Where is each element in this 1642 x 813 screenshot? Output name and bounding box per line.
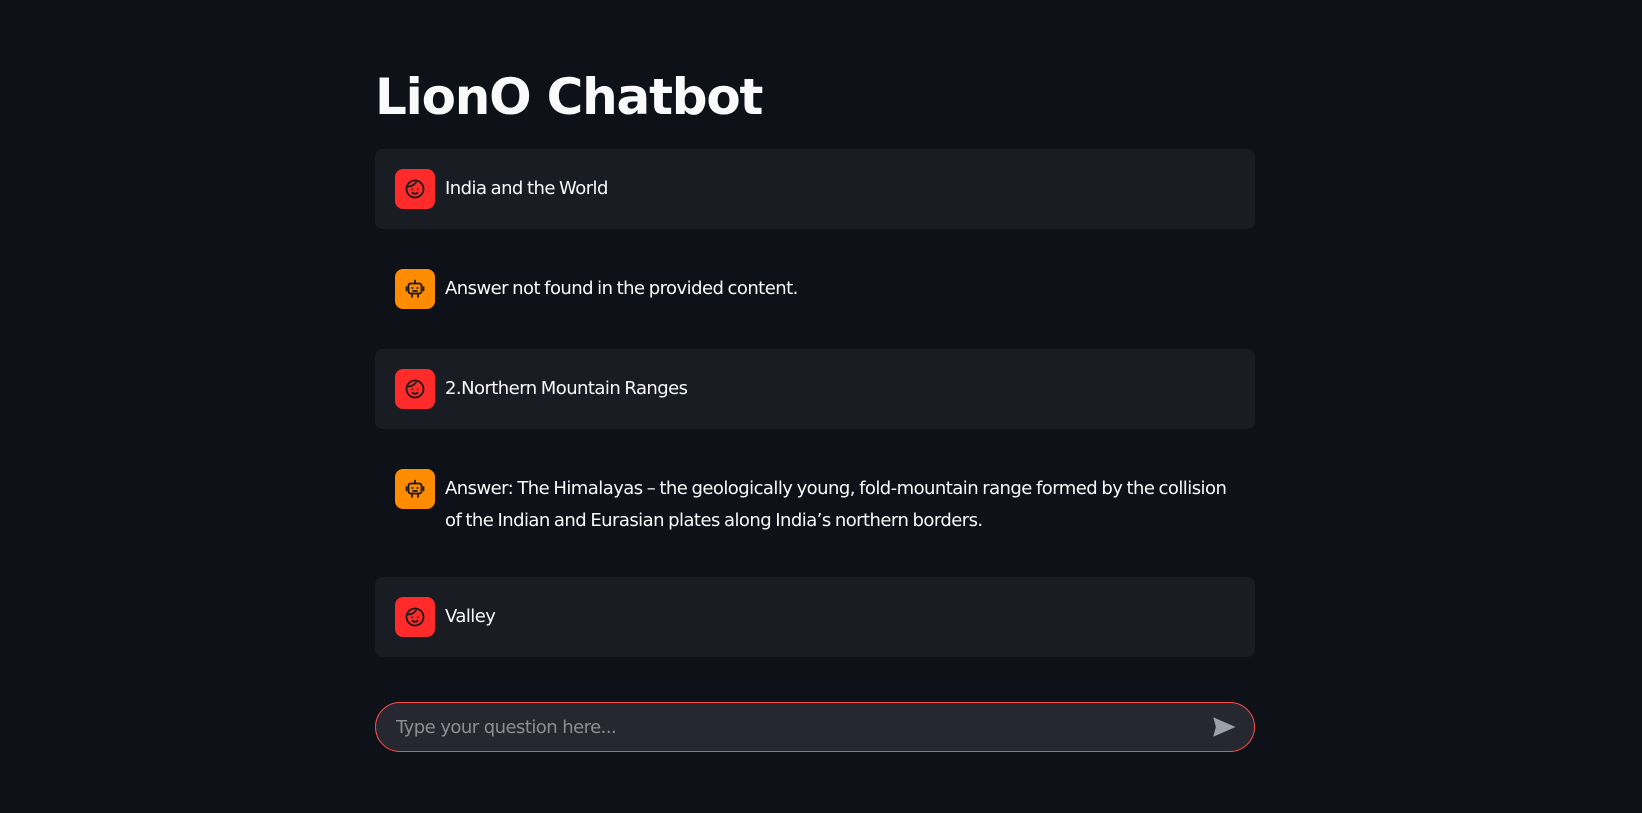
chat-message-list: India and the World Answer not found in … <box>375 149 1255 677</box>
chat-message-user: Valley <box>375 577 1255 657</box>
user-avatar <box>395 597 435 637</box>
chat-message-user: 2.Northern Mountain Ranges <box>375 349 1255 429</box>
send-icon <box>1213 717 1236 737</box>
user-avatar <box>395 369 435 409</box>
smiley-face-icon <box>405 607 425 627</box>
send-button[interactable] <box>1206 709 1242 745</box>
assistant-avatar <box>395 269 435 309</box>
smiley-face-icon <box>405 179 425 199</box>
chat-message-assistant: Answer not found in the provided content… <box>375 249 1255 329</box>
user-avatar <box>395 169 435 209</box>
robot-icon <box>405 279 425 298</box>
message-text: Answer: The Himalayas – the geologically… <box>445 478 1227 531</box>
chat-input-container <box>375 702 1255 752</box>
chat-message-assistant: Answer: The Himalayas – the geologically… <box>375 449 1255 557</box>
page-title: LionO Chatbot <box>375 68 763 126</box>
smiley-face-icon <box>405 379 425 399</box>
message-text: Valley <box>445 606 496 627</box>
assistant-avatar <box>395 469 435 509</box>
message-text: India and the World <box>445 178 608 199</box>
message-text: Answer not found in the provided content… <box>445 278 798 299</box>
robot-icon <box>405 479 425 498</box>
message-text: 2.Northern Mountain Ranges <box>445 378 688 399</box>
chat-input-field[interactable] <box>396 703 1206 751</box>
chat-message-user: India and the World <box>375 149 1255 229</box>
